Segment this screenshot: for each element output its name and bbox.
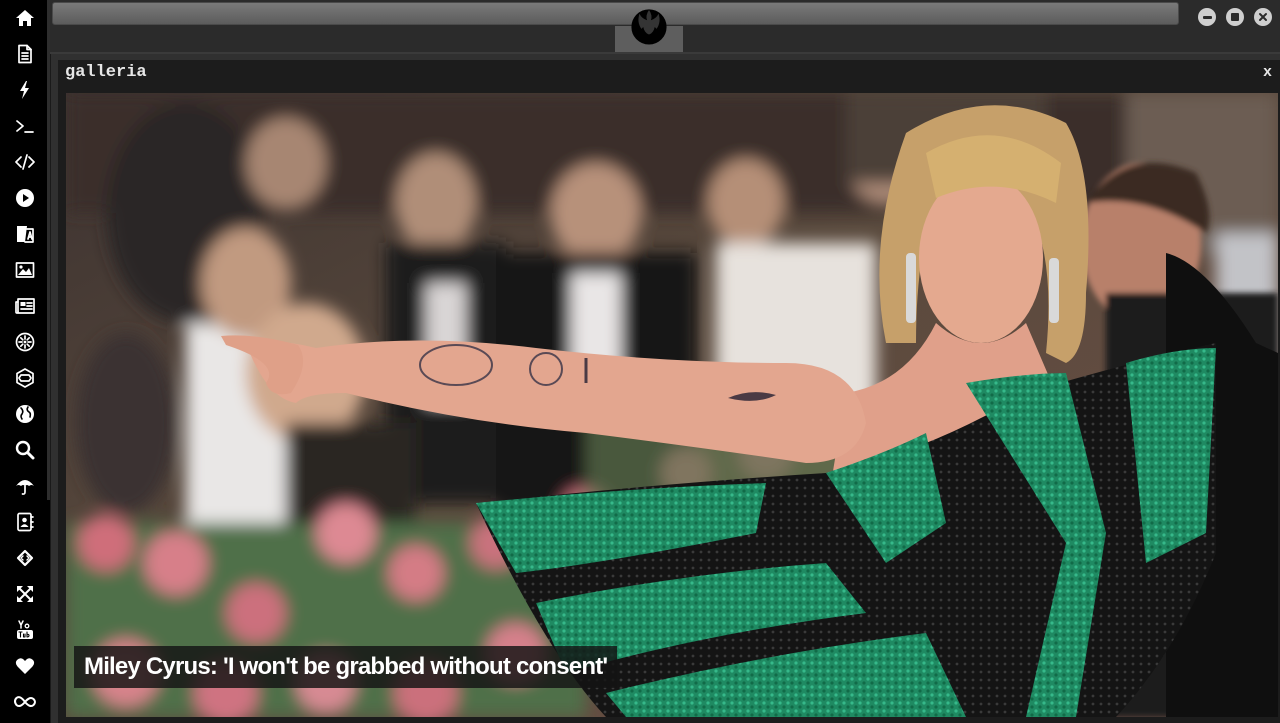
top-bar	[50, 0, 1280, 54]
sidebar-item-umbrella[interactable]	[0, 468, 50, 504]
sidebar-item-lightning[interactable]	[0, 72, 50, 108]
close-window-button[interactable]	[1254, 8, 1272, 26]
contact-book-icon	[17, 512, 34, 532]
sidebar-item-code[interactable]	[0, 144, 50, 180]
sidebar-item-translate[interactable]	[0, 216, 50, 252]
minimize-icon	[1202, 15, 1212, 19]
image-icon	[15, 262, 35, 278]
translate-icon	[17, 226, 34, 243]
maximize-icon	[1231, 13, 1239, 21]
sidebar-item-diamond[interactable]	[0, 540, 50, 576]
sidebar-item-terminal[interactable]	[0, 108, 50, 144]
sidebar-item-contacts[interactable]	[0, 504, 50, 540]
youtube-icon	[17, 620, 33, 639]
newspaper-icon	[15, 298, 35, 314]
sidebar-item-document[interactable]	[0, 36, 50, 72]
rebel-alliance-icon[interactable]	[630, 6, 668, 46]
diamond-arrows-icon	[16, 549, 34, 567]
sidebar-item-play[interactable]	[0, 180, 50, 216]
sidebar-item-news[interactable]	[0, 288, 50, 324]
gallery-panel: galleria x Miley Cyrus: 'I won't be grab…	[58, 60, 1280, 723]
panel-title: galleria	[65, 63, 147, 82]
sidebar-item-infinity[interactable]	[0, 684, 50, 720]
sidebar-item-globe[interactable]	[0, 396, 50, 432]
expand-icon	[17, 586, 33, 602]
search-icon	[15, 440, 35, 460]
globe-icon	[16, 405, 34, 423]
home-icon	[16, 10, 34, 26]
sidebar-item-hexagon[interactable]	[0, 360, 50, 396]
sidebar-item-youtube[interactable]	[0, 612, 50, 648]
photo-caption: Miley Cyrus: 'I won't be grabbed without…	[74, 646, 618, 688]
play-icon	[16, 189, 34, 207]
gallery-photo[interactable]: Miley Cyrus: 'I won't be grabbed without…	[66, 93, 1278, 717]
lightning-icon	[20, 81, 29, 99]
hexagon-icon	[16, 368, 34, 388]
sidebar-item-image[interactable]	[0, 252, 50, 288]
infinity-icon	[14, 696, 36, 707]
sidebar-item-home[interactable]	[0, 0, 50, 36]
sidebar-item-search[interactable]	[0, 432, 50, 468]
sidebar-item-heart[interactable]	[0, 648, 50, 684]
minimize-button[interactable]	[1198, 8, 1216, 26]
sidebar-item-expand[interactable]	[0, 576, 50, 612]
heart-icon	[15, 658, 35, 674]
document-icon	[18, 44, 32, 64]
film-reel-icon	[15, 332, 35, 352]
sidebar-item-film[interactable]	[0, 324, 50, 360]
sidebar	[0, 0, 51, 723]
maximize-button[interactable]	[1226, 8, 1244, 26]
sidebar-scrollbar[interactable]	[47, 0, 50, 500]
close-icon	[1259, 13, 1267, 21]
photo-illustration	[66, 93, 1278, 717]
umbrella-icon	[16, 480, 34, 495]
panel-close-button[interactable]: x	[1263, 64, 1272, 81]
address-bar[interactable]	[52, 2, 1179, 25]
terminal-icon	[16, 120, 34, 133]
code-icon	[15, 154, 35, 170]
